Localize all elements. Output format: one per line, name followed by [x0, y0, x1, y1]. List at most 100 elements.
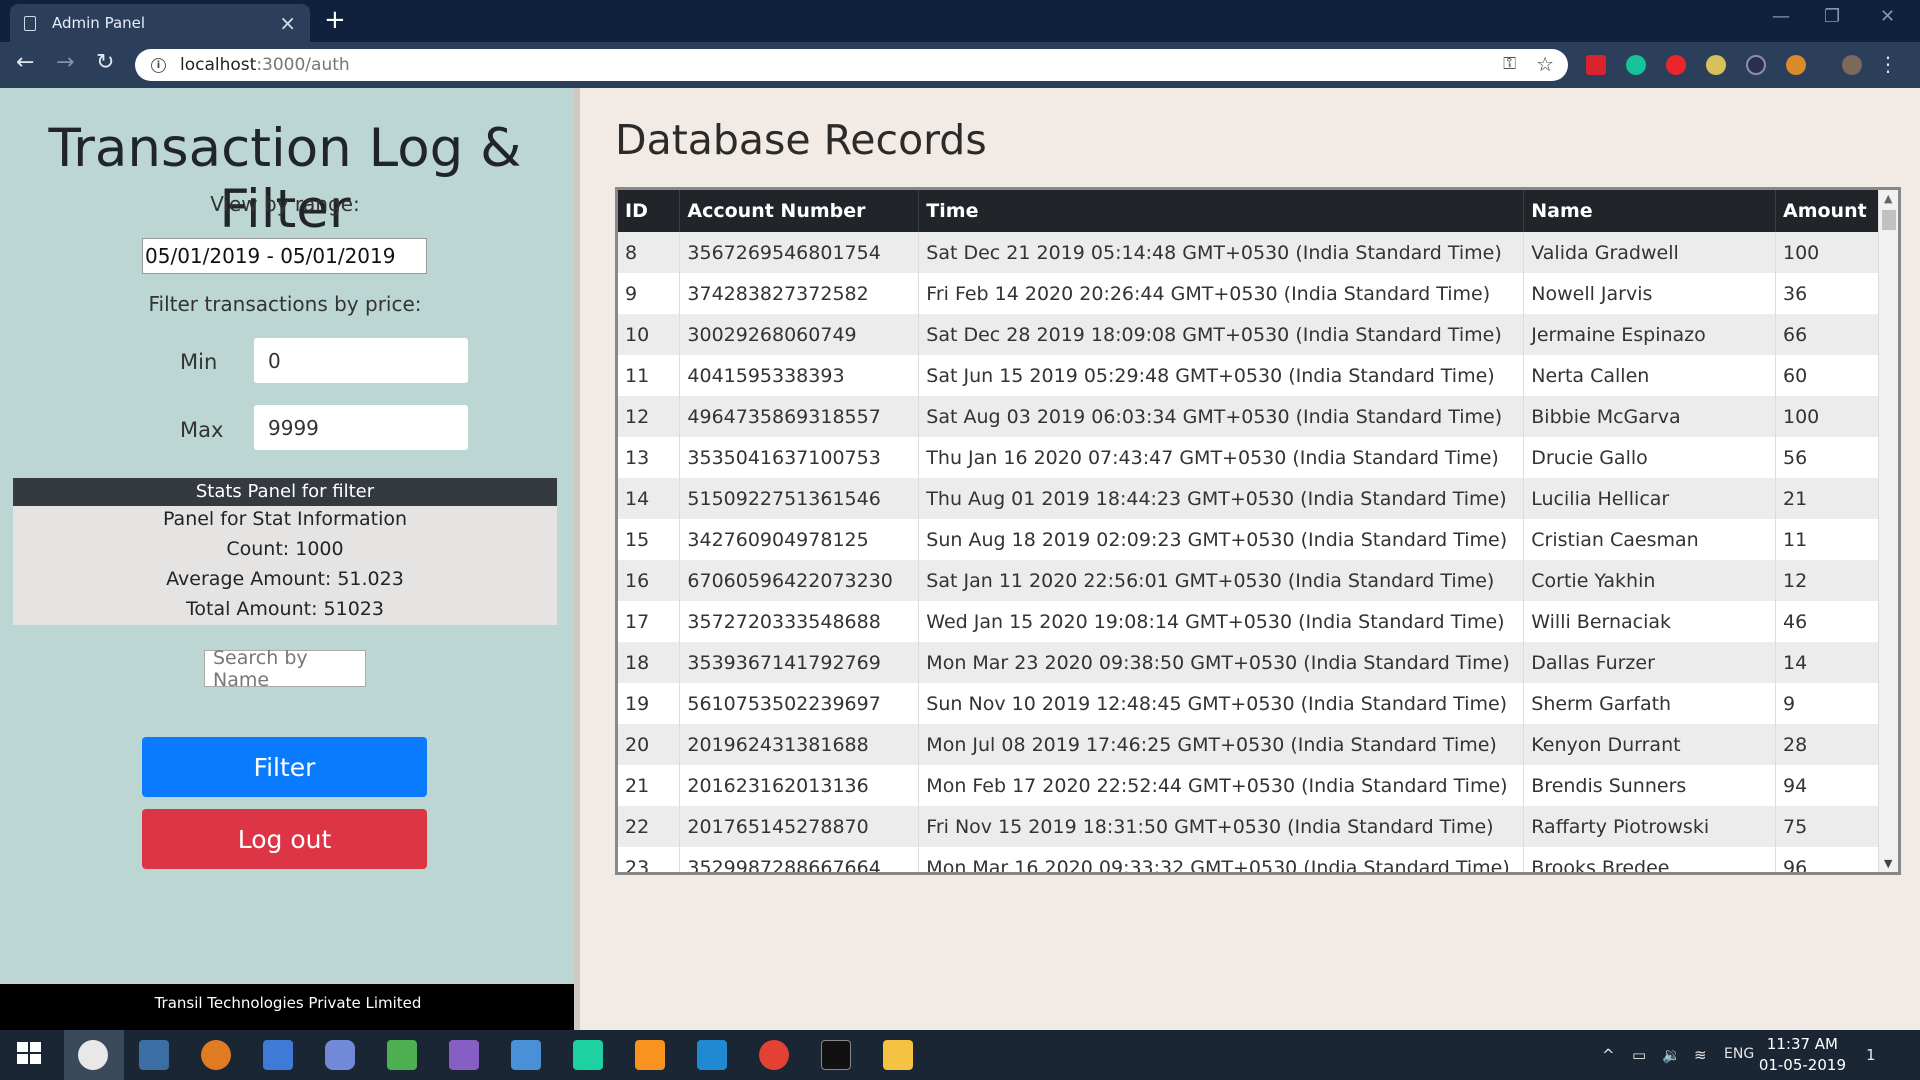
cell-account-number: 342760904978125: [679, 519, 920, 560]
url-host: localhost: [180, 55, 257, 75]
url-bar[interactable]: i localhost:3000/auth ⚿ ☆: [135, 49, 1568, 81]
volume-icon[interactable]: 🔉: [1662, 1046, 1681, 1064]
cell-time: Sat Aug 03 2019 06:03:34 GMT+0530 (India…: [918, 396, 1525, 437]
filter-sidebar: Transaction Log & Filter View by range: …: [0, 88, 576, 1080]
footer-text: Transil Technologies Private Limited: [154, 994, 422, 1012]
info-icon[interactable]: i: [151, 57, 166, 73]
sublime-text-icon[interactable]: [635, 1040, 665, 1070]
filter-button[interactable]: Filter: [142, 737, 427, 797]
tray-chevron-icon[interactable]: ^: [1602, 1046, 1615, 1064]
cell-amount: 14: [1775, 642, 1880, 683]
key-icon[interactable]: ⚿: [1503, 54, 1516, 74]
cell-amount: 75: [1775, 806, 1880, 847]
jupyter-icon[interactable]: [201, 1040, 231, 1070]
language-indicator[interactable]: ENG: [1724, 1046, 1754, 1062]
cell-account-number: 374283827372582: [679, 273, 920, 314]
stats-average: Average Amount: 51.023: [166, 568, 404, 590]
max-label: Max: [180, 418, 224, 442]
forward-icon[interactable]: →: [56, 50, 74, 75]
min-price-input[interactable]: 0: [254, 338, 468, 383]
restore-icon[interactable]: ❐: [1824, 6, 1840, 27]
records-table-container[interactable]: ID Account Number Time Name Amount 8 3567…: [615, 187, 1901, 875]
gamepad-icon[interactable]: [263, 1040, 293, 1070]
browser-tab[interactable]: Admin Panel ×: [10, 4, 310, 42]
table-row[interactable]: 9 374283827372582 Fri Feb 14 2020 20:26:44…: [618, 273, 1880, 314]
minimize-icon[interactable]: —: [1772, 6, 1790, 27]
address-toolbar: ← → ↻ i localhost:3000/auth ⚿ ☆ ⋮: [0, 42, 1920, 88]
cell-time: Wed Jan 15 2020 19:08:14 GMT+0530 (India…: [918, 601, 1525, 642]
stats-subtitle: Panel for Stat Information: [162, 508, 408, 530]
cell-id: 13: [618, 437, 681, 478]
cell-time: Sat Jan 11 2020 22:56:01 GMT+0530 (India…: [918, 560, 1525, 601]
table-row[interactable]: 14 5150922751361546 Thu Aug 01 2019 18:44:…: [618, 478, 1880, 519]
page-title: Transaction Log & Filter: [48, 118, 522, 240]
profile-avatar[interactable]: [1842, 55, 1862, 75]
table-row[interactable]: 11 4041595338393 Sat Jun 15 2019 05:29:48 …: [618, 355, 1880, 396]
file-explorer-icon[interactable]: [883, 1040, 913, 1070]
bookmark-star-icon[interactable]: ☆: [1536, 52, 1554, 76]
cell-name: Dallas Furzer: [1523, 642, 1776, 683]
cookie-extension-icon[interactable]: [1786, 55, 1806, 75]
table-row[interactable]: 21 201623162013136 Mon Feb 17 2020 22:52:4…: [618, 765, 1880, 806]
search-by-name-input[interactable]: Search by Name: [204, 647, 366, 691]
max-price-input[interactable]: 9999: [254, 405, 468, 450]
cell-name: Brooks Bredee: [1523, 847, 1776, 872]
taskbar-clock[interactable]: 11:37 AM 01-05-2019: [1759, 1034, 1846, 1076]
scroll-down-icon[interactable]: ▼: [1884, 857, 1892, 870]
reload-icon[interactable]: ↻: [96, 50, 114, 75]
table-row[interactable]: 13 3535041637100753 Thu Jan 16 2020 07:43:…: [618, 437, 1880, 478]
table-row[interactable]: 10 30029268060749 Sat Dec 28 2019 18:09:08…: [618, 314, 1880, 355]
cell-id: 23: [618, 847, 681, 872]
new-tab-button[interactable]: +: [324, 6, 346, 34]
adblock-extension-icon[interactable]: [1666, 55, 1686, 75]
cell-amount: 66: [1775, 314, 1880, 355]
cell-id: 8: [618, 232, 681, 273]
menu-icon[interactable]: ⋮: [1878, 52, 1898, 76]
pycharm-icon[interactable]: [573, 1040, 603, 1070]
table-row[interactable]: 22 201765145278870 Fri Nov 15 2019 18:31:5…: [618, 806, 1880, 847]
visual-studio-icon[interactable]: [449, 1040, 479, 1070]
table-scrollbar[interactable]: ▲ ▼: [1878, 190, 1898, 872]
cell-name: Nerta Callen: [1523, 355, 1776, 396]
discord-icon[interactable]: [325, 1040, 355, 1070]
lastpass-extension-icon[interactable]: [1586, 55, 1606, 75]
table-row[interactable]: 18 3539367141792769 Mon Mar 23 2020 09:38:…: [618, 642, 1880, 683]
windows-start-icon[interactable]: [16, 1040, 46, 1070]
bulb-extension-icon[interactable]: [1706, 55, 1726, 75]
close-window-icon[interactable]: ✕: [1880, 6, 1895, 27]
table-row[interactable]: 20 201962431381688 Mon Jul 08 2019 17:46:2…: [618, 724, 1880, 765]
table-row[interactable]: 12 4964735869318557 Sat Aug 03 2019 06:03:…: [618, 396, 1880, 437]
notification-icon[interactable]: 1: [1866, 1046, 1876, 1064]
logout-button[interactable]: Log out: [142, 809, 427, 869]
table-row[interactable]: 8 3567269546801754 Sat Dec 21 2019 05:14:4…: [618, 232, 1880, 273]
scroll-thumb[interactable]: [1882, 210, 1896, 230]
chrome-icon[interactable]: [759, 1040, 789, 1070]
dark-extension-icon[interactable]: [1746, 55, 1766, 75]
table-row[interactable]: 23 3529987288667664 Mon Mar 16 2020 09:33:…: [618, 847, 1880, 872]
battery-icon[interactable]: ▭: [1632, 1046, 1646, 1064]
date-range-input[interactable]: 05/01/2019 - 05/01/2019: [142, 238, 427, 274]
terminal-icon[interactable]: [821, 1040, 851, 1070]
photos-app-icon[interactable]: [78, 1040, 108, 1070]
table-row[interactable]: 15 342760904978125 Sun Aug 18 2019 02:09:2…: [618, 519, 1880, 560]
vscode-icon[interactable]: [697, 1040, 727, 1070]
wifi-icon[interactable]: ≋: [1694, 1046, 1707, 1064]
cell-name: Cristian Caesman: [1523, 519, 1776, 560]
table-row[interactable]: 17 3572720333548688 Wed Jan 15 2020 19:08:…: [618, 601, 1880, 642]
desktop-app-icon[interactable]: [511, 1040, 541, 1070]
table-row[interactable]: 19 5610753502239697 Sun Nov 10 2019 12:48:…: [618, 683, 1880, 724]
scroll-up-icon[interactable]: ▲: [1884, 192, 1892, 205]
records-title: Database Records: [615, 116, 987, 164]
cell-account-number: 201962431381688: [679, 724, 920, 765]
virtualbox-icon[interactable]: [139, 1040, 169, 1070]
cell-account-number: 67060596422073230: [679, 560, 920, 601]
cell-time: Fri Feb 14 2020 20:26:44 GMT+0530 (India…: [918, 273, 1525, 314]
cell-time: Sat Dec 21 2019 05:14:48 GMT+0530 (India…: [918, 232, 1525, 273]
close-tab-icon[interactable]: ×: [279, 13, 296, 33]
grammarly-extension-icon[interactable]: [1626, 55, 1646, 75]
cell-name: Jermaine Espinazo: [1523, 314, 1776, 355]
table-row[interactable]: 16 67060596422073230 Sat Jan 11 2020 22:56…: [618, 560, 1880, 601]
cell-account-number: 201623162013136: [679, 765, 920, 806]
back-icon[interactable]: ←: [16, 50, 34, 75]
winrar-icon[interactable]: [387, 1040, 417, 1070]
